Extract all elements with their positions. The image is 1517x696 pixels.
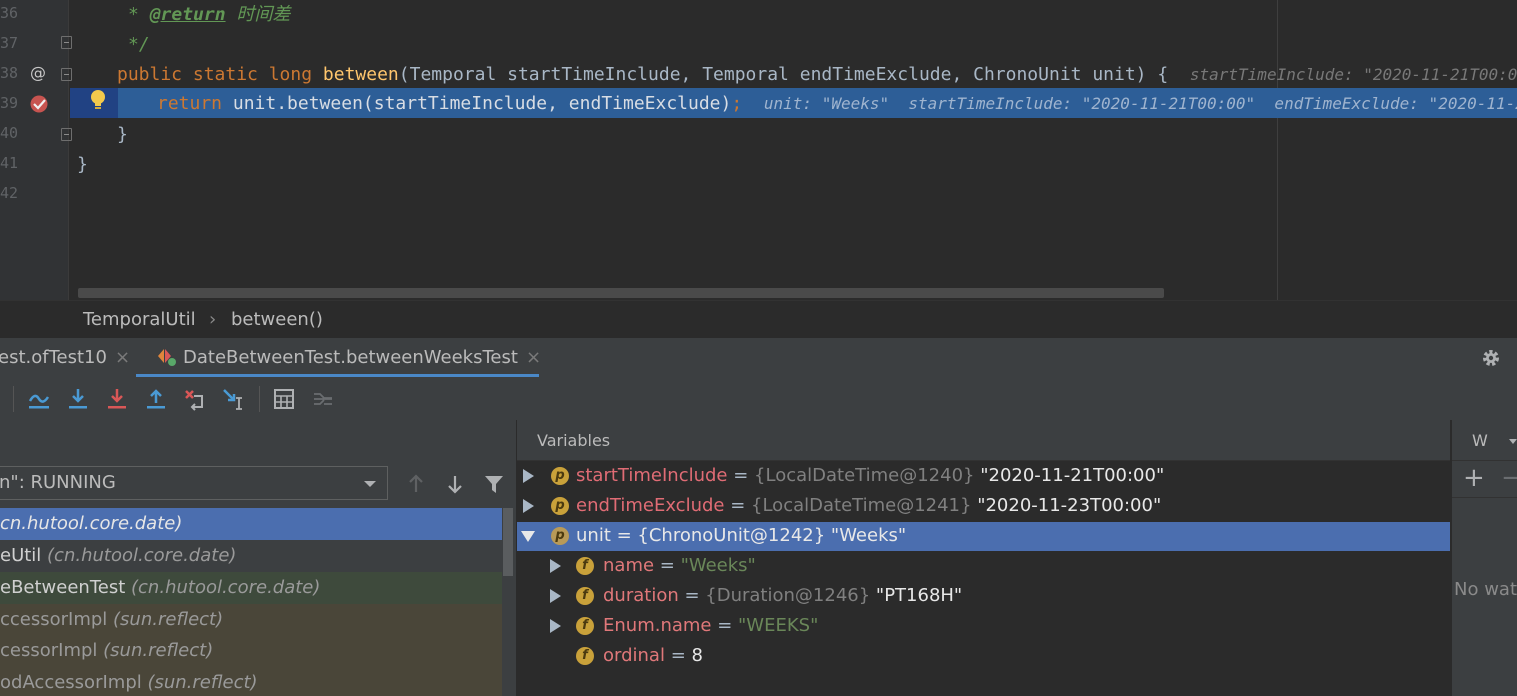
- field-badge-icon: f: [576, 647, 594, 665]
- fold-marker-icon[interactable]: [61, 68, 72, 81]
- parameter-badge-icon: p: [551, 497, 569, 515]
- right-margin-guide: [1277, 0, 1278, 300]
- chevron-down-icon: [364, 481, 376, 487]
- close-icon[interactable]: ×: [526, 347, 541, 368]
- code-editor[interactable]: 36 37 38 39 40 41 42 @ * @return 时间差 */ …: [0, 0, 1517, 300]
- breadcrumb: TemporalUtil › between(): [0, 300, 1517, 339]
- frame-row[interactable]: eUtil (cn.hutool.core.date): [0, 540, 502, 572]
- close-icon[interactable]: ×: [115, 347, 130, 368]
- expand-arrow-icon[interactable]: [523, 469, 534, 483]
- fold-marker-icon[interactable]: [61, 36, 72, 49]
- add-watch-icon[interactable]: +: [1463, 463, 1485, 493]
- fold-marker-icon[interactable]: [61, 128, 72, 141]
- frame-row[interactable]: ccessorImpl (sun.reflect): [0, 604, 502, 636]
- breakpoint-icon[interactable]: [29, 94, 49, 114]
- parameter-badge-icon: p: [551, 467, 569, 485]
- code-line-37[interactable]: */: [128, 30, 150, 60]
- expand-arrow-icon[interactable]: [550, 559, 561, 573]
- overrides-at-icon[interactable]: @: [29, 64, 47, 82]
- step-out-icon[interactable]: [143, 386, 169, 412]
- evaluate-expression-icon[interactable]: [271, 386, 297, 412]
- inline-debug-hint: startTimeInclude: "2020-11-21T00:00" end: [1189, 65, 1517, 84]
- line-number: 39: [0, 94, 19, 112]
- collapse-arrow-icon[interactable]: [521, 531, 535, 542]
- line-number: 42: [0, 184, 19, 202]
- gear-icon[interactable]: [1480, 347, 1502, 369]
- watches-panel: W + − No watc: [1451, 420, 1517, 696]
- field-badge-icon: f: [576, 557, 594, 575]
- tab-oftest10[interactable]: est.ofTest10 ×: [0, 338, 130, 378]
- line-number: 40: [0, 124, 19, 142]
- tab-between-weeks-test[interactable]: DateBetweenTest.betweenWeeksTest ×: [155, 338, 541, 378]
- line-number: 38: [0, 64, 19, 82]
- debug-tab-bar: est.ofTest10 × DateBetweenTest.betweenWee…: [0, 338, 1517, 379]
- inline-debug-hint: unit: "Weeks" startTimeInclude: "2020-11…: [763, 94, 1517, 113]
- breadcrumb-method[interactable]: between(): [231, 309, 323, 330]
- trace-stream-icon[interactable]: [310, 386, 336, 412]
- parameter-badge-icon: p: [551, 527, 569, 545]
- line-number: 36: [0, 4, 19, 22]
- thread-select[interactable]: n": RUNNING: [0, 466, 388, 500]
- expand-arrow-icon[interactable]: [550, 589, 561, 603]
- show-execution-point-icon[interactable]: [26, 386, 52, 412]
- watches-header: W: [1452, 420, 1517, 461]
- intention-bulb-icon[interactable]: [88, 88, 108, 112]
- watches-toolbar: + −: [1452, 461, 1517, 498]
- filter-icon[interactable]: [483, 472, 505, 496]
- chevron-down-icon[interactable]: [1508, 438, 1517, 446]
- variables-header: Variables: [517, 420, 1450, 461]
- line-number: 37: [0, 34, 19, 52]
- frame-row-selected[interactable]: cn.hutool.core.date): [0, 508, 502, 540]
- step-into-icon[interactable]: [104, 386, 130, 412]
- editor-gutter[interactable]: 36 37 38 39 40 41 42 @: [0, 0, 72, 300]
- code-line-39[interactable]: return unit.between(startTimeInclude, en…: [157, 89, 1517, 119]
- run-to-cursor-icon[interactable]: [221, 386, 247, 412]
- field-badge-icon: f: [576, 617, 594, 635]
- expand-arrow-icon[interactable]: [550, 619, 561, 633]
- remove-watch-icon[interactable]: −: [1501, 463, 1517, 493]
- debug-toolbar: [0, 378, 1517, 421]
- toolbar-separator: [13, 386, 14, 412]
- code-line-40[interactable]: }: [117, 120, 128, 150]
- frames-panel: cn.hutool.core.date) eUtil (cn.hutool.co…: [0, 420, 517, 696]
- drop-frame-icon[interactable]: [182, 386, 208, 412]
- frame-row[interactable]: eBetweenTest (cn.hutool.core.date): [0, 572, 502, 604]
- toolbar-separator: [259, 386, 260, 412]
- frame-row[interactable]: cessorImpl (sun.reflect): [0, 635, 502, 667]
- code-line-38[interactable]: public static long between(Temporal star…: [117, 60, 1517, 90]
- expand-arrow-icon[interactable]: [523, 499, 534, 513]
- code-line-36[interactable]: * @return 时间差: [128, 0, 290, 30]
- horizontal-scrollbar[interactable]: [78, 288, 1164, 298]
- arrow-up-icon[interactable]: [405, 472, 427, 496]
- line-number: 41: [0, 154, 19, 172]
- breadcrumb-separator: ›: [209, 309, 217, 330]
- step-over-icon[interactable]: [65, 386, 91, 412]
- test-run-icon: [158, 349, 176, 366]
- active-tab-indicator: [136, 374, 539, 377]
- frames-scrollbar[interactable]: [503, 508, 513, 576]
- field-badge-icon: f: [576, 587, 594, 605]
- arrow-down-icon[interactable]: [444, 472, 466, 496]
- javadoc-return-tag[interactable]: @return: [150, 4, 226, 25]
- frame-row[interactable]: odAccessorImpl (sun.reflect): [0, 667, 502, 696]
- svg-text:@: @: [30, 64, 46, 82]
- no-watches-text: No watc: [1454, 579, 1517, 600]
- variables-title: Variables: [537, 431, 611, 450]
- watches-title: W: [1472, 431, 1488, 450]
- breadcrumb-class[interactable]: TemporalUtil: [83, 309, 196, 330]
- code-line-41[interactable]: }: [77, 150, 88, 180]
